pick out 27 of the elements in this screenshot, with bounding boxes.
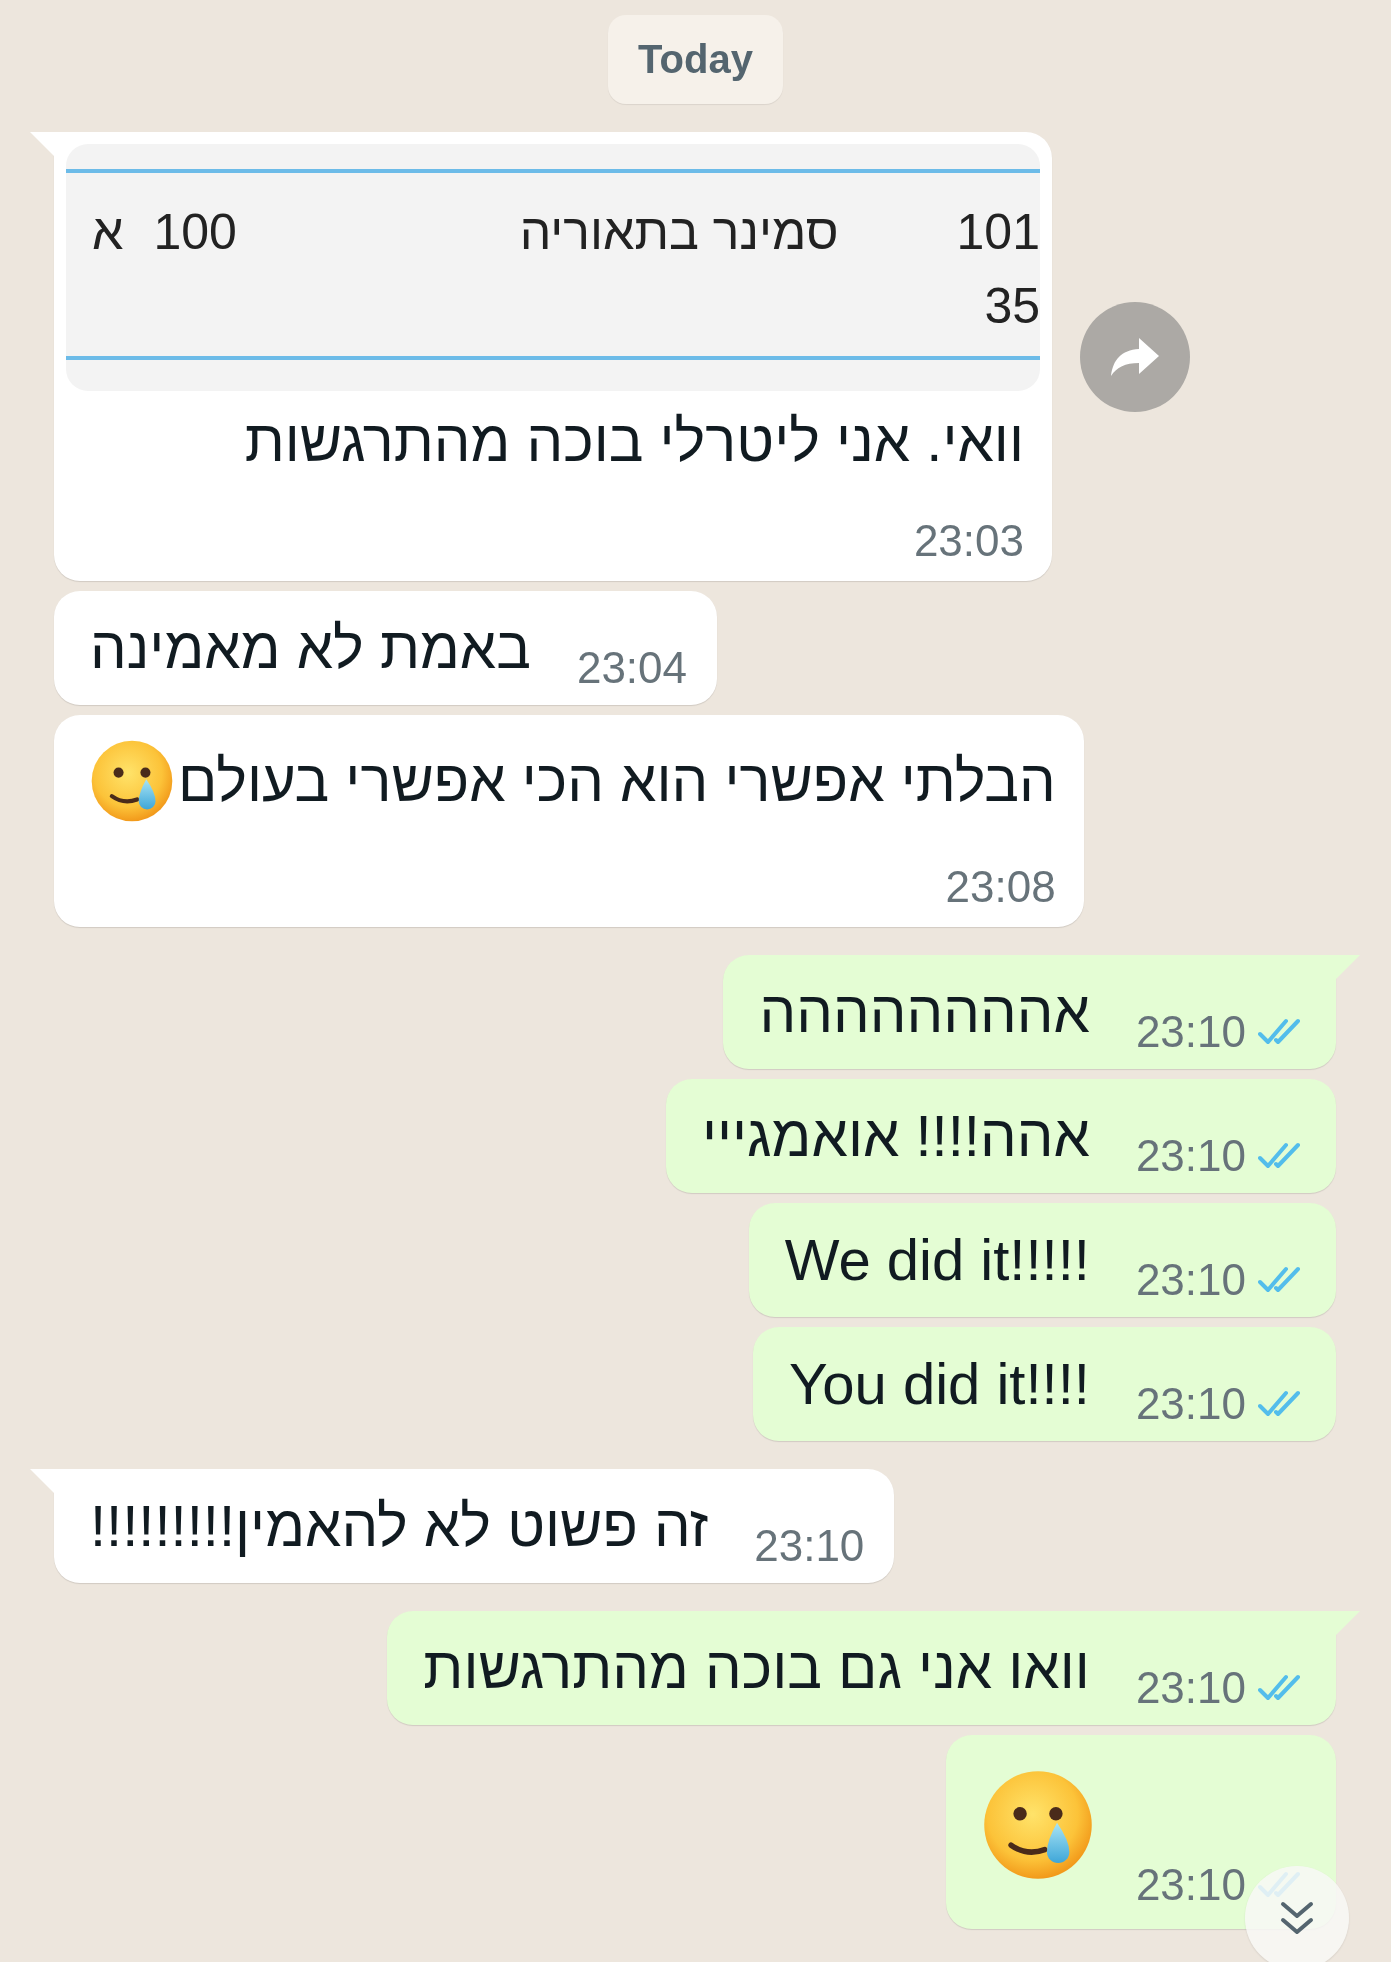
- smiling-tear-icon: [982, 1769, 1094, 1881]
- message-time: 23:10: [1135, 1132, 1246, 1180]
- message-text: וואו אני גם בוכה מהתרגשות: [423, 1634, 1090, 1702]
- message-text: הבלתי אפשרי הוא הכי אפשרי בעולם: [178, 747, 1056, 815]
- table-cell-text: 35: [984, 277, 1040, 336]
- message-text: זה פשוט לא להאמין!!!!!!!!!: [90, 1492, 709, 1560]
- message-text: אהההההההה: [759, 978, 1090, 1046]
- table-cell-text: סמינר בתאוריה: [519, 203, 839, 262]
- forward-icon: [1109, 335, 1161, 378]
- message-text: We did it!!!!!: [784, 1226, 1090, 1294]
- message-time: 23:04: [576, 644, 688, 692]
- message-time: 23:10: [1135, 1256, 1246, 1304]
- message-time: 23:08: [945, 863, 1056, 911]
- message-time: 23:10: [1135, 1664, 1246, 1712]
- message-text: באמת לא מאמינה: [90, 614, 531, 682]
- message-time: 23:10: [1135, 1008, 1246, 1056]
- message-text: וואי. אני ליטרלי בוכה מהתרגשות: [244, 407, 1024, 475]
- message-time: 23:10: [1135, 1861, 1246, 1909]
- table-cell-text: א: [92, 203, 124, 262]
- table-cell-text: 100: [153, 203, 237, 262]
- message-time: 23:03: [913, 517, 1024, 565]
- message-text: You did it!!!!: [788, 1350, 1090, 1418]
- message-text: אהה!!!! אואמגייי: [701, 1102, 1090, 1170]
- message-time: 23:10: [754, 1522, 865, 1570]
- date-chip: Today: [608, 15, 783, 104]
- table-cell-text: 101: [956, 203, 1040, 262]
- message-time: 23:10: [1135, 1380, 1246, 1428]
